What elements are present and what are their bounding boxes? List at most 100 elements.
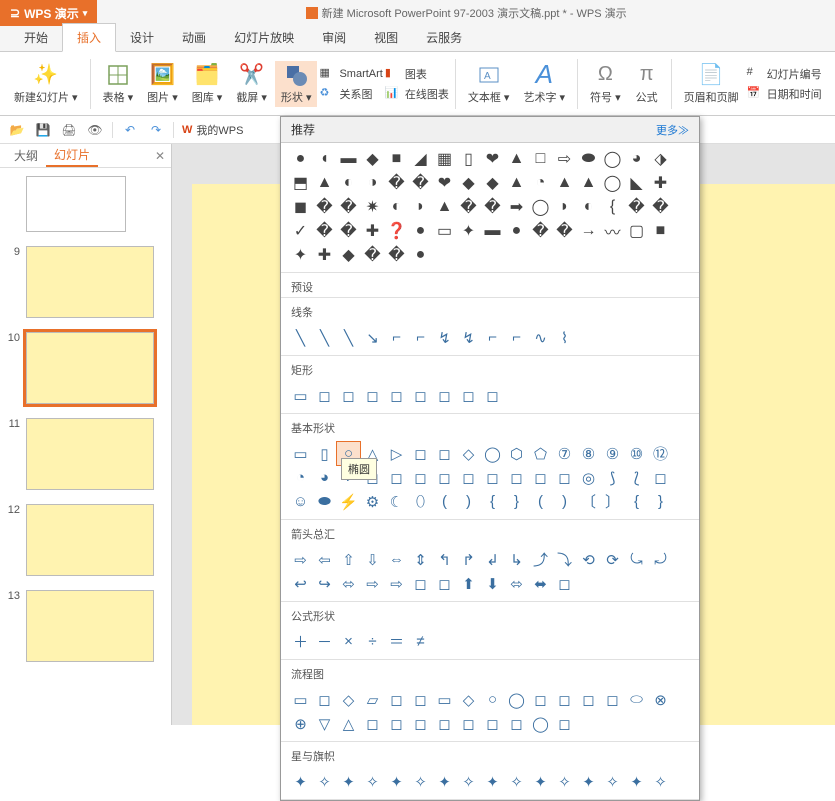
shape-item[interactable]: } bbox=[649, 490, 672, 513]
shape-item[interactable]: ◐ bbox=[385, 195, 408, 218]
shape-item[interactable]: ( bbox=[529, 490, 552, 513]
shape-item[interactable]: ◻ bbox=[529, 688, 552, 711]
shape-item[interactable]: ✦ bbox=[577, 770, 600, 793]
shape-item[interactable]: ✦ bbox=[457, 219, 480, 242]
shape-item[interactable]: } bbox=[505, 490, 528, 513]
shape-item[interactable]: ◻ bbox=[649, 466, 672, 489]
shape-item[interactable]: ⤾ bbox=[649, 548, 672, 571]
shape-item[interactable]: ⇨ bbox=[553, 147, 576, 170]
tab-slideshow[interactable]: 幻灯片放映 bbox=[220, 24, 308, 51]
shape-item[interactable]: ◻ bbox=[577, 688, 600, 711]
shape-item[interactable]: ⬗ bbox=[649, 147, 672, 170]
shape-item[interactable]: ✚ bbox=[361, 219, 384, 242]
shape-item[interactable]: ⌐ bbox=[409, 326, 432, 349]
shape-item[interactable]: ⑧ bbox=[577, 442, 600, 465]
shape-item[interactable]: ⟳ bbox=[601, 548, 624, 571]
shape-item[interactable]: ◻ bbox=[409, 466, 432, 489]
shape-item[interactable]: ▭ bbox=[289, 442, 312, 465]
shape-item[interactable]: ≠ bbox=[409, 630, 432, 653]
shape-item[interactable]: ◐ bbox=[337, 171, 360, 194]
shape-item[interactable]: � bbox=[313, 195, 336, 218]
chart-button[interactable]: ▮图表 bbox=[385, 66, 449, 82]
shape-item[interactable]: ◻ bbox=[529, 466, 552, 489]
shape-item[interactable]: ◻ bbox=[409, 384, 432, 407]
shape-item[interactable]: � bbox=[337, 195, 360, 218]
shape-item[interactable]: ⇧ bbox=[337, 548, 360, 571]
shape-item[interactable]: ▦ bbox=[433, 147, 456, 170]
shape-item[interactable]: ⬒ bbox=[289, 171, 312, 194]
shape-item[interactable]: ↯ bbox=[457, 326, 480, 349]
shape-item[interactable]: ▲ bbox=[553, 171, 576, 194]
shape-item[interactable]: ◯ bbox=[505, 688, 528, 711]
shape-item[interactable]: ⤿ bbox=[625, 548, 648, 571]
shape-item[interactable]: ↰ bbox=[433, 548, 456, 571]
shape-item[interactable]: ⇩ bbox=[361, 548, 384, 571]
shape-item[interactable]: ✦ bbox=[385, 770, 408, 793]
shape-item[interactable]: � bbox=[337, 219, 360, 242]
shape-item[interactable]: ❓ bbox=[385, 219, 408, 242]
shape-item[interactable]: ▭ bbox=[433, 688, 456, 711]
shape-item[interactable]: ◻ bbox=[433, 384, 456, 407]
shape-item[interactable]: � bbox=[457, 195, 480, 218]
shape-item[interactable]: ✦ bbox=[433, 770, 456, 793]
shape-item[interactable]: ✧ bbox=[505, 770, 528, 793]
shape-item[interactable]: ⌐ bbox=[505, 326, 528, 349]
shape-item[interactable]: ◑ bbox=[361, 171, 384, 194]
shape-item[interactable]: � bbox=[553, 219, 576, 242]
tab-insert[interactable]: 插入 bbox=[62, 23, 116, 52]
shape-item[interactable]: ⤵ bbox=[553, 548, 576, 571]
shape-item[interactable]: ◻ bbox=[433, 466, 456, 489]
shape-item[interactable]: ▲ bbox=[313, 171, 336, 194]
shape-item[interactable]: ◐ bbox=[577, 195, 600, 218]
shape-item[interactable]: ✚ bbox=[313, 243, 336, 266]
shape-item[interactable]: ╲ bbox=[313, 326, 336, 349]
print-icon[interactable]: 🖨 bbox=[60, 121, 78, 139]
relation-button[interactable]: ♻关系图 bbox=[319, 86, 382, 102]
slide-thumbnail[interactable] bbox=[26, 246, 154, 318]
shape-item[interactable]: � bbox=[529, 219, 552, 242]
shape-item[interactable]: ◕ bbox=[625, 147, 648, 170]
shape-item[interactable]: ◻ bbox=[505, 466, 528, 489]
tab-design[interactable]: 设计 bbox=[116, 24, 168, 51]
shape-item[interactable]: ↪ bbox=[313, 572, 336, 595]
slide-thumbnail[interactable] bbox=[26, 504, 154, 576]
save-icon[interactable]: 💾 bbox=[34, 121, 52, 139]
shape-item[interactable]: ◻ bbox=[505, 712, 528, 735]
shape-item[interactable]: ⇔ bbox=[385, 548, 408, 571]
shape-item[interactable]: ◻ bbox=[457, 384, 480, 407]
shape-item[interactable]: ◯ bbox=[601, 171, 624, 194]
shape-item[interactable]: ❤ bbox=[433, 171, 456, 194]
shape-item[interactable]: ⬬ bbox=[577, 147, 600, 170]
shape-item[interactable]: ⑦ bbox=[553, 442, 576, 465]
shape-item[interactable]: ✧ bbox=[313, 770, 336, 793]
shape-item[interactable]: ▭ bbox=[289, 688, 312, 711]
tab-animation[interactable]: 动画 bbox=[168, 24, 220, 51]
shape-item[interactable]: ◼ bbox=[289, 195, 312, 218]
shape-item[interactable]: ◻ bbox=[457, 466, 480, 489]
shape-item[interactable]: ◻ bbox=[337, 384, 360, 407]
shape-item[interactable]: ◣ bbox=[625, 171, 648, 194]
shape-item[interactable]: ↲ bbox=[481, 548, 504, 571]
shape-item[interactable]: ◻ bbox=[553, 712, 576, 735]
shape-item[interactable]: ▬ bbox=[337, 147, 360, 170]
tab-start[interactable]: 开始 bbox=[10, 24, 62, 51]
tab-view[interactable]: 视图 bbox=[360, 24, 412, 51]
shape-item[interactable]: ◻ bbox=[385, 712, 408, 735]
shape-item[interactable]: 〕 bbox=[601, 490, 624, 513]
shape-item[interactable]: ▢ bbox=[625, 219, 648, 242]
shape-item[interactable]: 〔 bbox=[577, 490, 600, 513]
shape-item[interactable]: ◻ bbox=[553, 688, 576, 711]
shape-item[interactable]: ◻ bbox=[481, 466, 504, 489]
shape-item[interactable]: ◗ bbox=[553, 195, 576, 218]
shape-item[interactable]: � bbox=[361, 243, 384, 266]
symbol-button[interactable]: Ω 符号 ▾ bbox=[584, 61, 627, 107]
shape-item[interactable]: ■ bbox=[649, 219, 672, 242]
shape-item[interactable]: ◻ bbox=[361, 384, 384, 407]
formula-button[interactable]: π 公式 bbox=[629, 61, 665, 107]
shape-item[interactable]: ⌇ bbox=[553, 326, 576, 349]
shape-item[interactable]: ▬ bbox=[481, 219, 504, 242]
shape-item[interactable]: ⇦ bbox=[313, 548, 336, 571]
shape-item[interactable]: ＋ bbox=[289, 630, 312, 653]
shape-item[interactable]: ✧ bbox=[457, 770, 480, 793]
shape-item[interactable]: ◇ bbox=[457, 688, 480, 711]
